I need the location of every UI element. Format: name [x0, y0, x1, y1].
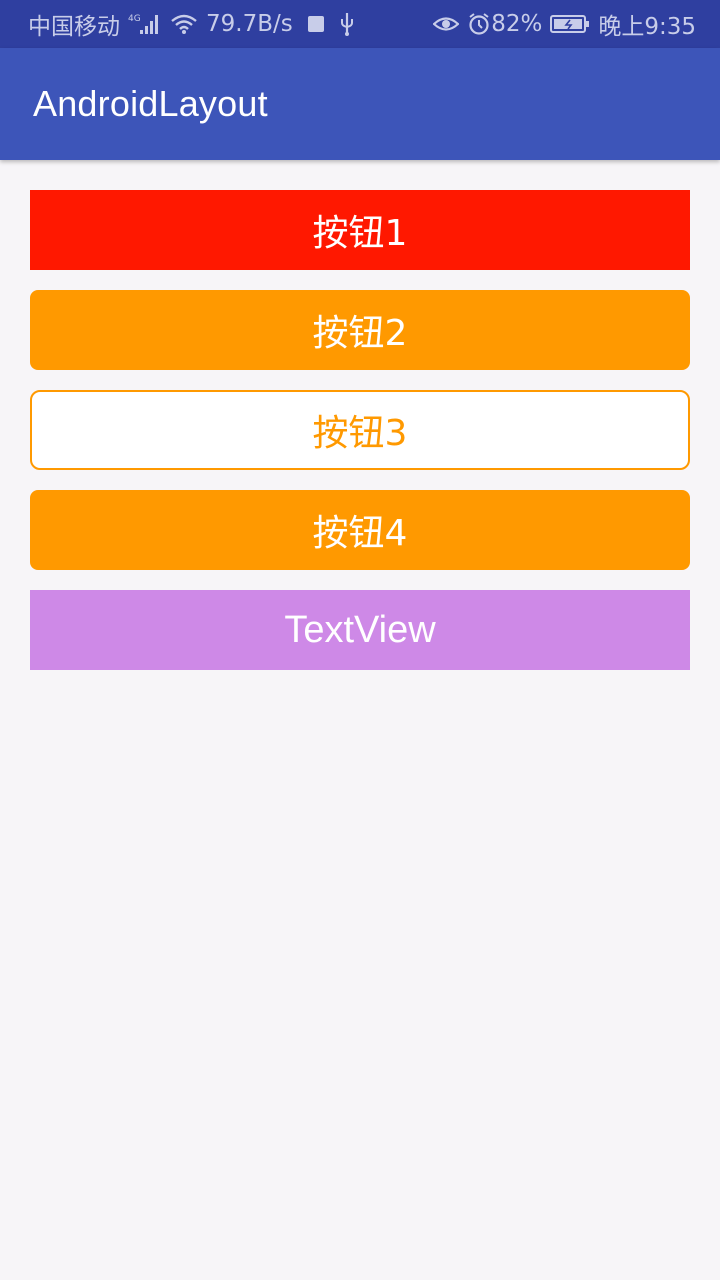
status-bar-right: 82% 晚上9:35: [433, 7, 696, 41]
app-bar: AndroidLayout: [0, 48, 720, 160]
network-speed: 79.7B/s: [206, 11, 293, 37]
textview: TextView: [30, 590, 690, 670]
wifi-icon: [170, 13, 198, 35]
usb-icon: [339, 12, 355, 36]
layout-content: 按钮1 按钮2 按钮3 按钮4 TextView: [30, 190, 690, 670]
status-bar-left: 中国移动 4G 79.7B/s: [28, 7, 355, 41]
alarm-icon: [467, 12, 491, 36]
notification-square-icon: [307, 15, 325, 33]
signal-icon: 4G: [128, 12, 162, 36]
network-type-label: 4G: [128, 14, 141, 24]
button-4[interactable]: 按钮4: [30, 490, 690, 570]
button-1[interactable]: 按钮1: [30, 190, 690, 270]
battery-icon: [550, 14, 590, 34]
carrier-name: 中国移动: [28, 14, 120, 40]
status-bar: 中国移动 4G 79.7B/s 82% 晚上9:35: [0, 0, 720, 48]
battery-percent: 82%: [491, 11, 543, 37]
eye-icon: [433, 14, 460, 34]
app-title: AndroidLayout: [33, 83, 268, 124]
button-2[interactable]: 按钮2: [30, 290, 690, 370]
clock: 晚上9:35: [598, 14, 696, 40]
button-3[interactable]: 按钮3: [30, 390, 690, 470]
